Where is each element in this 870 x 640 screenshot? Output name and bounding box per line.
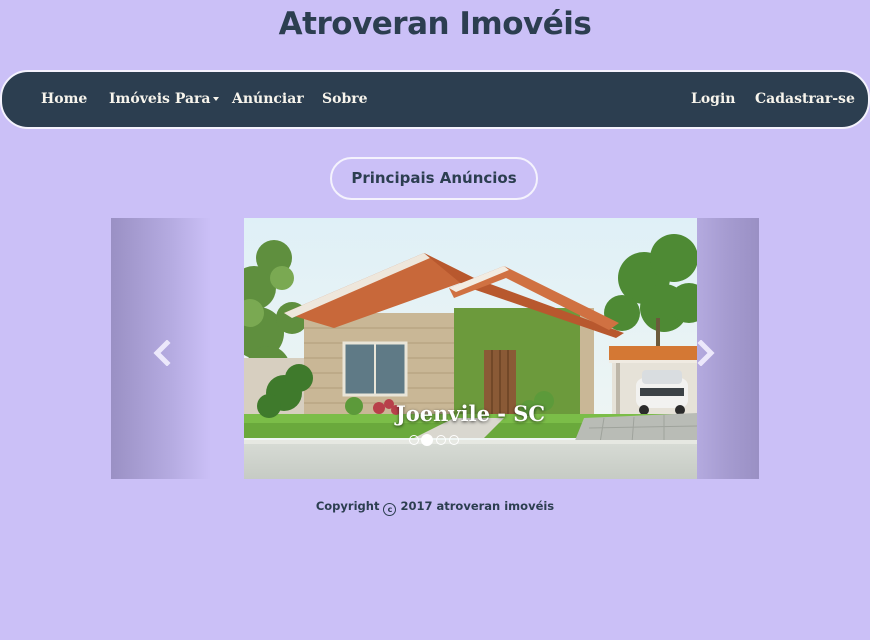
house-photo (244, 218, 697, 479)
chevron-right-icon (697, 340, 715, 366)
copyright-suffix: 2017 atroveran imovéis (400, 499, 555, 513)
nav-anunciar[interactable]: Anúnciar (232, 72, 304, 127)
carousel-slide-image: Joenvile - SC (244, 218, 697, 479)
carousel-indicator-2[interactable] (421, 434, 433, 446)
copyright-prefix: Copyright (315, 499, 380, 513)
section-title-principais-anuncios: Principais Anúncios (330, 157, 538, 200)
nav-imoveis-para-dropdown[interactable]: Imóveis Para (109, 72, 219, 127)
site-title: Atroveran Imovéis (278, 6, 592, 42)
nav-sobre[interactable]: Sobre (322, 72, 368, 127)
carousel-indicator-3[interactable] (436, 435, 446, 445)
carousel-next-button[interactable] (697, 218, 759, 479)
carousel-indicator-1[interactable] (409, 435, 419, 445)
carousel-indicator-4[interactable] (449, 435, 459, 445)
caret-down-icon (212, 97, 219, 101)
copyright-icon: c (383, 503, 397, 516)
footer-copyright: Copyright c 2017 atroveran imovéis (0, 499, 870, 516)
nav-home[interactable]: Home (41, 72, 87, 127)
navbar: Home Imóveis Para Anúnciar Sobre Login C… (0, 70, 870, 129)
nav-imoveis-para-label: Imóveis Para (109, 91, 211, 107)
carousel-prev-button[interactable] (111, 218, 244, 479)
featured-carousel: Joenvile - SC (111, 218, 759, 479)
nav-cadastrar[interactable]: Cadastrar-se (755, 72, 855, 127)
nav-login[interactable]: Login (691, 72, 735, 127)
chevron-left-icon (153, 340, 171, 366)
carousel-caption: Joenvile - SC (395, 401, 546, 426)
